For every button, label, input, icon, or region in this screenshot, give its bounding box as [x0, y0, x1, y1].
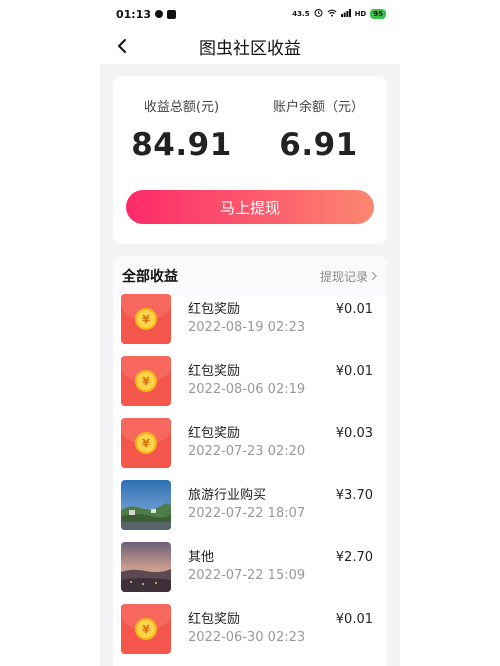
signal-icon — [340, 8, 351, 20]
earnings-row-date: 2022-06-30 02:23 — [188, 630, 306, 645]
withdraw-history-link[interactable]: 提现记录 — [320, 268, 377, 285]
earnings-row[interactable]: 其他 2022-07-22 15:09 ¥2.70 — [113, 542, 387, 598]
red-packet-icon: ¥ — [121, 356, 171, 406]
status-bar: 01:13 43.5 HD 95 — [100, 0, 400, 28]
earnings-list: 全部收益 提现记录 ¥ 红包奖励 2022-08-19 02:23 ¥0.01 … — [113, 256, 387, 666]
earnings-row-amount: ¥3.70 — [335, 488, 373, 503]
alarm-icon — [314, 8, 323, 20]
earnings-list-title: 全部收益 — [122, 269, 178, 285]
earnings-row[interactable]: ¥ 红包奖励 2022-06-30 02:23 ¥0.01 — [113, 604, 387, 660]
network-speed: 43.5 — [292, 10, 310, 18]
chevron-left-icon — [118, 39, 126, 53]
earnings-row-amount: ¥2.70 — [335, 550, 373, 565]
app-notification-icon — [167, 9, 177, 19]
earnings-row[interactable]: ¥ 红包奖励 2022-08-19 02:23 ¥0.01 — [113, 294, 387, 350]
notification-icon — [155, 10, 164, 18]
back-button[interactable] — [110, 34, 134, 58]
earnings-row-date: 2022-08-19 02:23 — [188, 320, 306, 335]
status-time: 01:13 — [116, 7, 152, 21]
earnings-row-date: 2022-07-22 15:09 — [188, 568, 306, 583]
landscape-photo-thumbnail — [121, 480, 171, 530]
earnings-row-amount: ¥0.03 — [335, 426, 373, 441]
withdraw-button[interactable]: 马上提现 — [126, 190, 374, 224]
earnings-row-title: 红包奖励 — [188, 426, 241, 441]
app-screen: 01:13 43.5 HD 95 图虫社区收益 收益总额(元) 84.91 账户… — [100, 0, 400, 666]
withdraw-history-label: 提现记录 — [319, 269, 368, 284]
earnings-row-title: 红包奖励 — [188, 612, 241, 627]
account-balance: 账户余额（元） 6.91 — [250, 96, 387, 163]
earnings-row-date: 2022-07-23 02:20 — [188, 444, 306, 459]
red-packet-icon: ¥ — [121, 294, 171, 344]
earnings-summary-card: 收益总额(元) 84.91 账户余额（元） 6.91 马上提现 — [113, 76, 387, 244]
chevron-right-icon — [371, 271, 377, 281]
earnings-row[interactable]: ¥ 红包奖励 2022-08-06 02:19 ¥0.01 — [113, 356, 387, 412]
network-type: HD — [354, 10, 367, 18]
page-title: 图虫社区收益 — [199, 38, 301, 59]
earnings-row[interactable]: 旅游行业购买 2022-07-22 18:07 ¥3.70 — [113, 480, 387, 536]
total-earnings-value: 84.91 — [131, 127, 232, 163]
nav-bar: 图虫社区收益 — [100, 28, 400, 64]
earnings-row-date: 2022-07-22 18:07 — [188, 506, 306, 521]
earnings-row-title: 红包奖励 — [188, 302, 241, 317]
sunset-photo-thumbnail — [121, 542, 171, 592]
account-balance-label: 账户余额（元） — [272, 100, 364, 115]
earnings-row-title: 其他 — [188, 550, 215, 565]
earnings-row-title: 旅游行业购买 — [188, 488, 267, 503]
earnings-row-amount: ¥0.01 — [335, 612, 373, 627]
earnings-list-header: 全部收益 提现记录 — [113, 256, 387, 296]
battery-icon: 95 — [370, 9, 386, 19]
earnings-row-title: 红包奖励 — [188, 364, 241, 379]
earnings-row[interactable]: ¥ 红包奖励 2022-07-23 02:20 ¥0.03 — [113, 418, 387, 474]
wifi-icon — [327, 9, 337, 20]
earnings-row-amount: ¥0.01 — [335, 364, 373, 379]
earnings-row-date: 2022-08-06 02:19 — [188, 382, 306, 397]
account-balance-value: 6.91 — [279, 127, 358, 163]
total-earnings: 收益总额(元) 84.91 — [113, 96, 250, 163]
total-earnings-label: 收益总额(元) — [143, 100, 220, 115]
red-packet-icon: ¥ — [121, 418, 171, 468]
earnings-row-amount: ¥0.01 — [335, 302, 373, 317]
red-packet-icon: ¥ — [121, 604, 171, 654]
